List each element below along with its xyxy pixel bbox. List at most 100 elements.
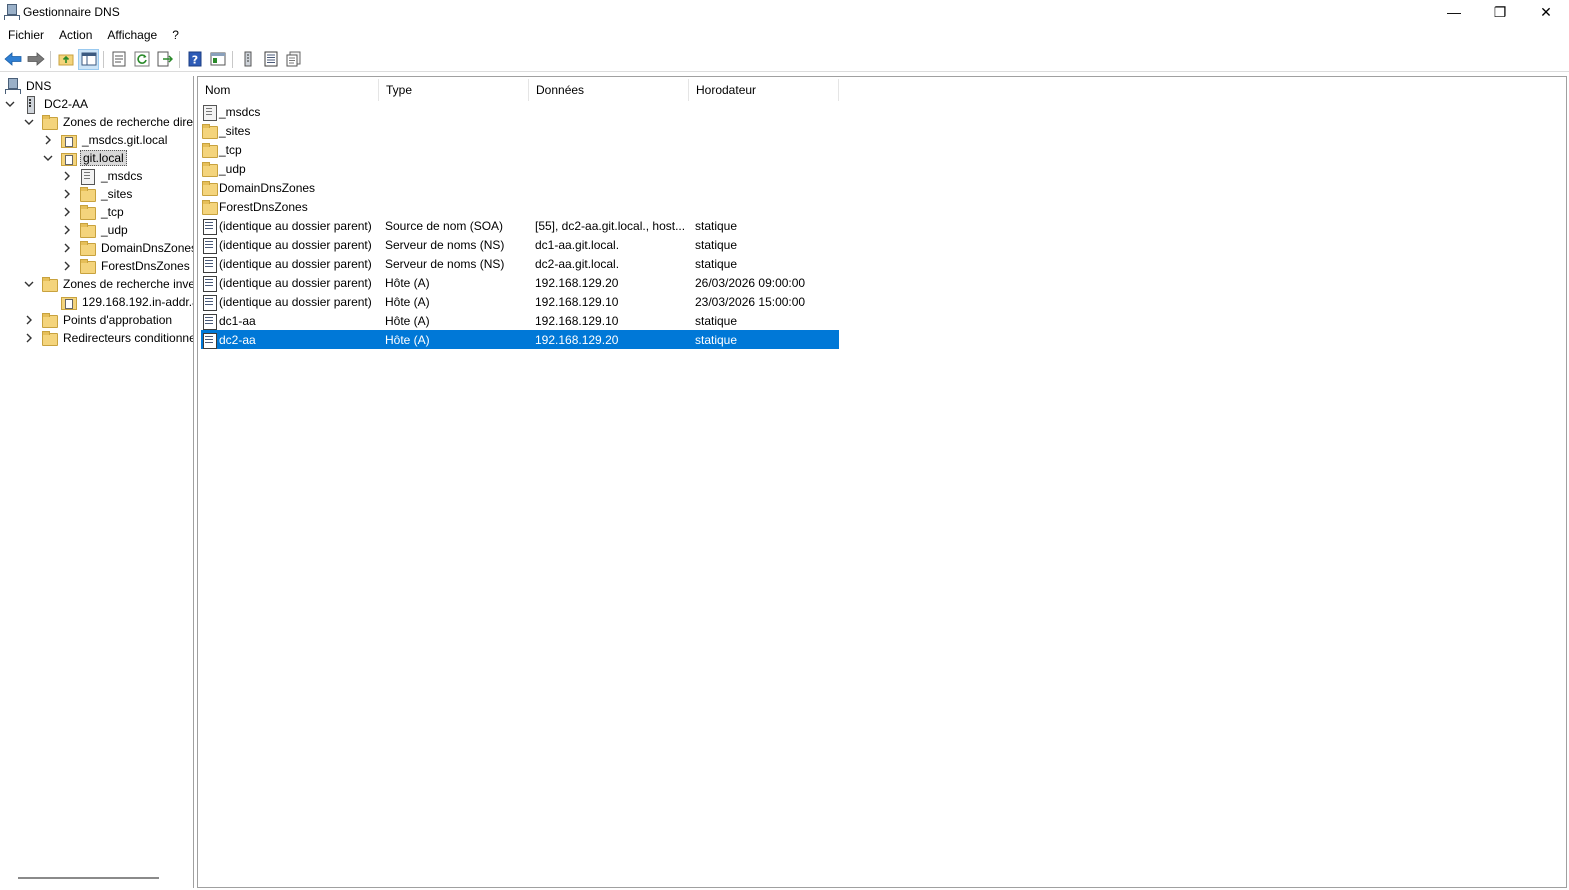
list-row-identique-au-dossier-parent[interactable]: (identique au dossier parent) Hôte (A) 192… [201, 273, 839, 292]
list-row-identique-au-dossier-parent[interactable]: (identique au dossier parent) Hôte (A) 192… [201, 292, 839, 311]
menu-affichage[interactable]: Affichage [100, 28, 164, 42]
record-name: (identique au dossier parent) [219, 218, 372, 233]
record-name: _msdcs [219, 104, 261, 119]
chevron-right-icon[interactable] [61, 170, 73, 182]
list-row-udp[interactable]: _udp [201, 159, 839, 178]
record-data [535, 102, 689, 121]
record-type [385, 159, 529, 178]
zone-copy-icon[interactable] [283, 49, 304, 70]
list-row-forestdnszones[interactable]: ForestDnsZones [201, 197, 839, 216]
title-bar: Gestionnaire DNS — ❐ ✕ [0, 0, 1569, 24]
record-type [385, 140, 529, 159]
help-icon[interactable]: ? [184, 49, 205, 70]
toolbar: ? [0, 47, 1569, 72]
show-hide-tree-icon[interactable] [78, 48, 99, 70]
export-list-icon[interactable] [154, 49, 175, 70]
record-name: dc2-aa [219, 332, 256, 347]
details-list[interactable]: Nom Type Données Horodateur _msdcs _sites… [197, 76, 1567, 888]
record-type [385, 121, 529, 140]
console-view-icon[interactable] [207, 49, 228, 70]
cell-name: _udp [201, 159, 379, 178]
close-button[interactable]: ✕ [1523, 0, 1569, 24]
tree-node-server[interactable]: DC2-AA [4, 95, 90, 114]
list-row-sites[interactable]: _sites [201, 121, 839, 140]
tree-node-forestdnszones[interactable]: ForestDnsZones [61, 257, 192, 275]
folder-icon [41, 114, 58, 130]
forward-arrow-icon[interactable] [25, 49, 46, 70]
folder-icon [201, 123, 218, 139]
tree-node-msdcs[interactable]: _msdcs [61, 167, 144, 185]
list-row-msdcs[interactable]: _msdcs [201, 102, 839, 121]
tree-node-domaindnszones[interactable]: DomainDnsZones [61, 239, 193, 257]
up-folder-icon[interactable] [55, 49, 76, 70]
menu-fichier[interactable]: Fichier [1, 28, 51, 42]
chevron-right-icon[interactable] [23, 314, 35, 326]
folder-icon [201, 180, 218, 196]
tree-label: ForestDnsZones [101, 259, 190, 273]
tree-node-git-local[interactable]: git.local [42, 149, 127, 167]
cell-name: dc1-aa [201, 311, 379, 330]
tree-label: _sites [101, 187, 133, 201]
column-header-type[interactable]: Type [379, 79, 529, 101]
back-arrow-icon[interactable] [2, 49, 23, 70]
server-icon [22, 96, 38, 114]
tree-node-udp[interactable]: _udp [61, 221, 130, 239]
list-row-identique-au-dossier-parent[interactable]: (identique au dossier parent) Serveur de … [201, 254, 839, 273]
properties-icon[interactable] [108, 49, 129, 70]
chevron-down-icon[interactable] [23, 116, 35, 128]
toolbar-separator [179, 50, 180, 68]
svg-text:?: ? [191, 54, 197, 67]
tree-node-sites[interactable]: _sites [61, 185, 134, 203]
cell-name: (identique au dossier parent) [201, 254, 379, 273]
record-name: DomainDnsZones [219, 180, 316, 195]
list-row-identique-au-dossier-parent[interactable]: (identique au dossier parent) Serveur de … [201, 235, 839, 254]
tree-node-forward-zones[interactable]: Zones de recherche directe [23, 113, 193, 131]
list-row-domaindnszones[interactable]: DomainDnsZones [201, 178, 839, 197]
maximize-button[interactable]: ❐ [1477, 0, 1523, 24]
list-row-dc1-aa[interactable]: dc1-aa Hôte (A) 192.168.129.10 statique [201, 311, 839, 330]
tree-node-reverse-zones[interactable]: Zones de recherche inversée [23, 275, 194, 293]
tree-label-selected: git.local [80, 150, 127, 166]
tree-pane[interactable]: DNS DC2-AA Zones de recherche directe _m… [0, 76, 194, 888]
tree-node-msdcs-zone[interactable]: _msdcs.git.local [42, 131, 169, 149]
chevron-down-icon[interactable] [42, 152, 54, 164]
record-type [385, 178, 529, 197]
list-row-identique-au-dossier-parent[interactable]: (identique au dossier parent) Source de n… [201, 216, 839, 235]
column-header-horodateur[interactable]: Horodateur [689, 79, 839, 101]
record-list-icon[interactable] [260, 49, 281, 70]
minimize-button[interactable]: — [1431, 0, 1477, 24]
folder-icon [79, 258, 96, 274]
column-header-donnees[interactable]: Données [529, 79, 689, 101]
list-row-dc2-aa[interactable]: dc2-aa Hôte (A) 192.168.129.20 statique [201, 330, 839, 349]
chevron-right-icon[interactable] [61, 188, 73, 200]
server-icon[interactable] [237, 49, 258, 70]
dns-record-icon [201, 313, 217, 330]
tree-node-reverse-zone[interactable]: 129.168.192.in-addr.arpa [60, 293, 193, 311]
menu-bar: Fichier Action Affichage ? [0, 24, 1569, 46]
list-row-tcp[interactable]: _tcp [201, 140, 839, 159]
dns-record-icon [201, 275, 217, 292]
refresh-icon[interactable] [131, 49, 152, 70]
chevron-right-icon[interactable] [61, 206, 73, 218]
chevron-right-icon[interactable] [61, 224, 73, 236]
tree-node-conditional-forwarders[interactable]: Redirecteurs conditionnels [23, 329, 193, 347]
horizontal-scrollbar[interactable] [18, 877, 159, 879]
menu-help[interactable]: ? [165, 28, 186, 42]
chevron-right-icon[interactable] [42, 134, 54, 146]
window-title: Gestionnaire DNS [23, 5, 120, 19]
record-data [535, 140, 689, 159]
chevron-down-icon[interactable] [23, 278, 35, 290]
chevron-right-icon[interactable] [61, 242, 73, 254]
column-header-nom[interactable]: Nom [198, 79, 379, 101]
chevron-down-icon[interactable] [4, 98, 16, 110]
tree-node-dns[interactable]: DNS [4, 77, 53, 95]
tree-node-tcp[interactable]: _tcp [61, 203, 126, 221]
cell-name: (identique au dossier parent) [201, 273, 379, 292]
cell-name: (identique au dossier parent) [201, 235, 379, 254]
tree-node-trust-points[interactable]: Points d'approbation [23, 311, 174, 329]
record-data: [55], dc2-aa.git.local., host... [535, 218, 686, 233]
menu-action[interactable]: Action [52, 28, 99, 42]
tree-label: Zones de recherche inversée [63, 277, 194, 291]
chevron-right-icon[interactable] [61, 260, 73, 272]
chevron-right-icon[interactable] [23, 332, 35, 344]
